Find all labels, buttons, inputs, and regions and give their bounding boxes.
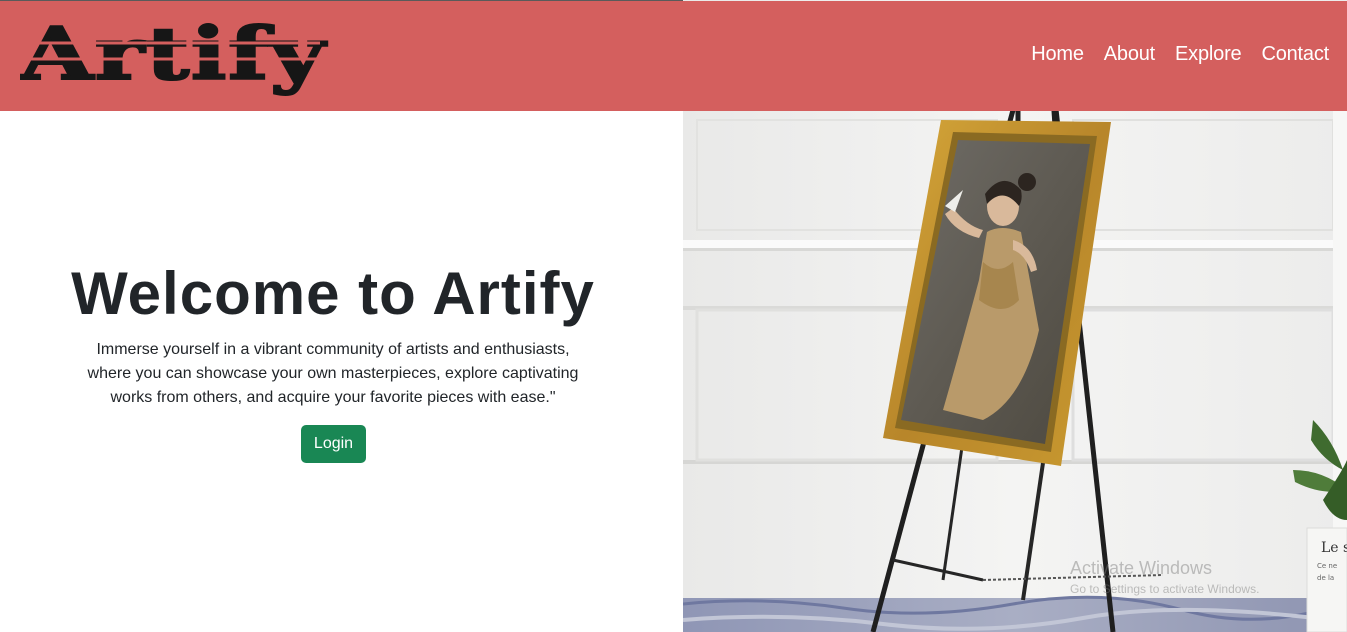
hero-description: Immerse yourself in a vibrant community … <box>87 341 579 406</box>
hero-title: Welcome to Artify <box>71 260 595 327</box>
watermark-subtitle: Go to Settings to activate Windows. <box>1070 582 1260 596</box>
svg-text:Le s: Le s <box>1321 540 1347 556</box>
watermark-title: Activate Windows <box>1070 558 1213 578</box>
page: Le s Ce ne de la Artify Home About Explo… <box>0 0 1347 632</box>
svg-text:de la: de la <box>1317 574 1334 582</box>
windows-activation-watermark: Activate Windows Go to Settings to activ… <box>1070 558 1259 596</box>
svg-text:Ce ne: Ce ne <box>1317 562 1337 570</box>
login-button[interactable]: Login <box>301 425 366 463</box>
svg-text:Artify: Artify <box>20 13 328 96</box>
nav-explore-link[interactable]: Explore <box>1175 43 1242 66</box>
nav-links: Home About Explore Contact <box>1031 43 1329 66</box>
hero-section: Welcome to Artify Immerse yourself in a … <box>0 111 683 632</box>
navbar: Artify Home About Explore Contact <box>0 1 1347 111</box>
nav-home-link[interactable]: Home <box>1031 43 1084 66</box>
artify-logo[interactable]: Artify <box>20 13 330 99</box>
nav-about-link[interactable]: About <box>1104 43 1155 66</box>
nav-contact-link[interactable]: Contact <box>1261 43 1329 66</box>
